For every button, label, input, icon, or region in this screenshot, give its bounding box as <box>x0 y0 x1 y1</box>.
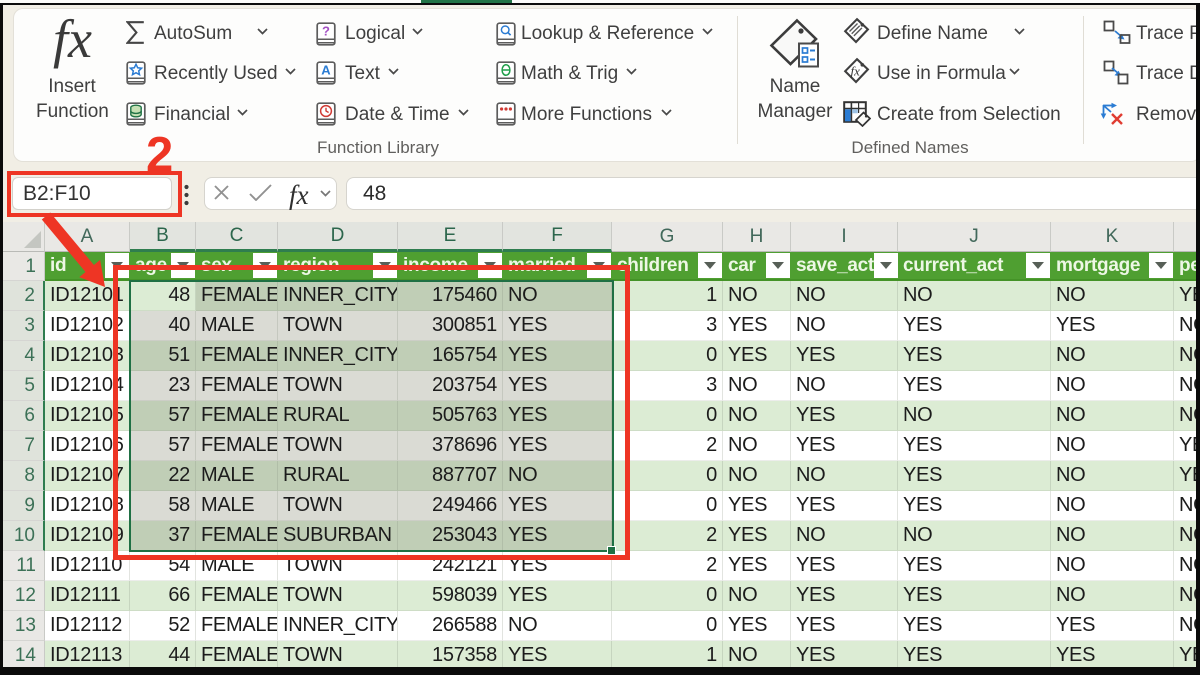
svg-text:A: A <box>321 63 331 78</box>
svg-text:fx: fx <box>851 64 861 79</box>
svg-text:?: ? <box>322 24 330 39</box>
